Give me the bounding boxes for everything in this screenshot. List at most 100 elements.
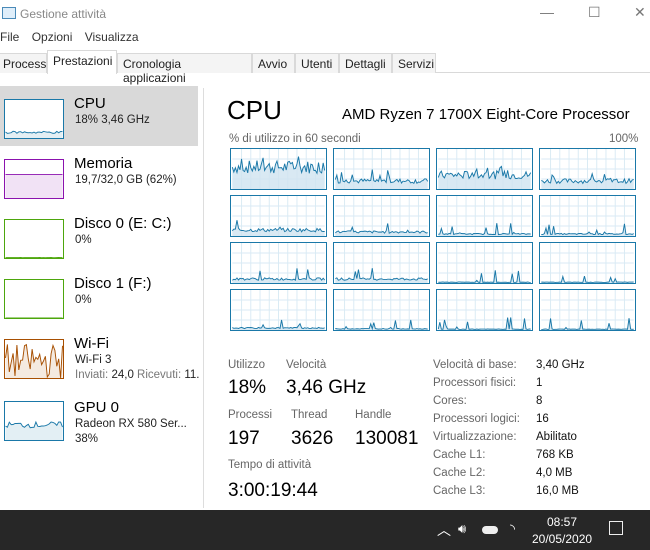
tab-processi[interactable]: Processi bbox=[0, 53, 49, 73]
detail-value: 16,0 MB bbox=[536, 485, 579, 497]
core-graph bbox=[230, 195, 327, 237]
received-label: Ricevuti: bbox=[137, 369, 182, 381]
disk0-thumbnail-graph bbox=[4, 219, 64, 259]
detail-value: 4,0 MB bbox=[536, 467, 573, 479]
sent-value: 24,0 bbox=[111, 369, 134, 381]
detail-label: Virtualizzazione: bbox=[433, 431, 517, 443]
window-title: Gestione attività bbox=[20, 7, 107, 21]
core-graph bbox=[230, 242, 327, 284]
detail-label: Cache L2: bbox=[433, 467, 486, 479]
detail-value: 768 KB bbox=[536, 449, 574, 461]
processi-label: Processi bbox=[228, 409, 273, 421]
core-graph bbox=[539, 289, 636, 331]
wifi-thumbnail-graph bbox=[4, 339, 64, 379]
sidebar-sub: Radeon RX 580 Ser... bbox=[75, 418, 187, 430]
tab-bar: Processi Prestazioni Cronologia applicaz… bbox=[0, 50, 650, 85]
minimize-button[interactable]: — bbox=[540, 4, 554, 20]
sidebar-sub: 0% bbox=[75, 234, 92, 246]
core-graph bbox=[539, 195, 636, 237]
tab-prestazioni[interactable]: Prestazioni bbox=[47, 50, 117, 74]
thread-value: 3626 bbox=[291, 428, 334, 449]
sidebar-item-gpu[interactable]: GPU 0 Radeon RX 580 Ser... 38% bbox=[0, 386, 198, 452]
taskbar: ︿ 🔊︎ ◝ 08:57 20/05/2020 bbox=[0, 510, 650, 550]
detail-value: 16 bbox=[536, 413, 549, 425]
detail-label: Processori logici: bbox=[433, 413, 520, 425]
title-bar: Gestione attività — ☐ ✕ bbox=[0, 0, 650, 28]
graph-max: 100% bbox=[609, 133, 639, 145]
uptime-value: 3:00:19:44 bbox=[228, 480, 318, 501]
handle-label: Handle bbox=[355, 409, 392, 421]
tab-utenti[interactable]: Utenti bbox=[295, 53, 339, 73]
velocita-value: 3,46 GHz bbox=[286, 377, 367, 398]
received-value: 11. bbox=[184, 369, 200, 381]
detail-label: Cores: bbox=[433, 395, 467, 407]
disk1-thumbnail-graph bbox=[4, 279, 64, 319]
core-graph bbox=[333, 242, 430, 284]
menu-bar: File Opzioni Visualizza bbox=[0, 30, 148, 44]
tab-cronologia[interactable]: Cronologia applicazioni bbox=[117, 53, 252, 85]
clock-date[interactable]: 20/05/2020 bbox=[532, 532, 592, 546]
page-title: CPU bbox=[227, 95, 282, 125]
tab-servizi[interactable]: Servizi bbox=[392, 53, 436, 73]
sidebar-item-disco-0[interactable]: Disco 0 (E: C:) 0% bbox=[0, 206, 198, 266]
detail-value: 1 bbox=[536, 377, 543, 389]
maximize-button[interactable]: ☐ bbox=[588, 4, 601, 21]
uptime-label: Tempo di attività bbox=[228, 459, 312, 471]
utilizzo-value: 18% bbox=[228, 377, 267, 398]
detail-label: Cache L3: bbox=[433, 485, 486, 497]
cpu-thumbnail-graph bbox=[4, 99, 64, 139]
detail-label: Velocità di base: bbox=[433, 359, 517, 371]
sidebar-sub2: 38% bbox=[75, 433, 99, 445]
cpu-model: AMD Ryzen 7 1700X Eight-Core Processor bbox=[342, 106, 630, 123]
detail-label: Cache L1: bbox=[433, 449, 486, 461]
menu-opzioni[interactable]: Opzioni bbox=[32, 30, 73, 44]
detail-value: 3,40 GHz bbox=[536, 359, 585, 371]
menu-visualizza[interactable]: Visualizza bbox=[85, 30, 139, 44]
sidebar-item-wifi[interactable]: Wi-Fi Wi-Fi 3 Inviati: 24,0 Ricevuti: 11… bbox=[0, 326, 200, 386]
core-graph bbox=[436, 148, 533, 190]
sidebar-item-memoria[interactable]: Memoria 19,7/32,0 GB (62%) bbox=[0, 146, 198, 206]
tab-dettagli[interactable]: Dettagli bbox=[339, 53, 392, 73]
close-button[interactable]: ✕ bbox=[634, 4, 646, 21]
sidebar-item-cpu[interactable]: CPU 18% 3,46 GHz bbox=[0, 86, 198, 146]
core-graph bbox=[333, 195, 430, 237]
menu-file[interactable]: File bbox=[0, 30, 19, 44]
thread-label: Thread bbox=[291, 409, 328, 421]
sidebar-title: GPU 0 bbox=[74, 399, 120, 416]
sidebar-title: Memoria bbox=[74, 155, 133, 172]
core-graph bbox=[436, 195, 533, 237]
show-hidden-icons-chevron-icon[interactable]: ︿ bbox=[437, 520, 451, 540]
sidebar-title: Disco 1 (F:) bbox=[74, 275, 152, 292]
core-graph bbox=[230, 289, 327, 331]
sidebar-title: CPU bbox=[74, 95, 106, 112]
panel-divider bbox=[203, 88, 204, 508]
detail-label: Processori fisici: bbox=[433, 377, 517, 389]
tab-avvio[interactable]: Avvio bbox=[252, 53, 295, 73]
notifications-icon[interactable] bbox=[609, 521, 623, 535]
core-graph bbox=[230, 148, 327, 190]
core-graph bbox=[539, 242, 636, 284]
gpu-thumbnail-graph bbox=[4, 401, 64, 441]
onedrive-icon[interactable] bbox=[482, 526, 498, 534]
core-graph bbox=[333, 148, 430, 190]
sidebar-sub: 0% bbox=[75, 294, 92, 306]
task-manager-icon bbox=[2, 7, 16, 19]
core-graph bbox=[436, 289, 533, 331]
core-graph bbox=[539, 148, 636, 190]
sidebar-title: Wi-Fi bbox=[74, 335, 109, 352]
volume-icon[interactable]: 🔊︎ bbox=[458, 521, 466, 537]
velocita-label: Velocità bbox=[286, 359, 327, 371]
sidebar-sub: Wi-Fi 3 bbox=[75, 354, 112, 366]
sidebar-sub: 18% 3,46 GHz bbox=[75, 114, 150, 126]
wifi-icon[interactable]: ◝ bbox=[510, 521, 515, 537]
utilizzo-label: Utilizzo bbox=[228, 359, 266, 371]
clock-time[interactable]: 08:57 bbox=[547, 515, 577, 529]
core-graph bbox=[333, 289, 430, 331]
detail-value: Abilitato bbox=[536, 431, 577, 443]
sent-label: Inviati: bbox=[75, 369, 109, 381]
sidebar-item-disco-1[interactable]: Disco 1 (F:) 0% bbox=[0, 266, 198, 326]
sidebar-title: Disco 0 (E: C:) bbox=[74, 215, 172, 232]
handle-value: 130081 bbox=[355, 428, 419, 449]
core-graph bbox=[436, 242, 533, 284]
sidebar-sub: 19,7/32,0 GB (62%) bbox=[75, 174, 177, 186]
